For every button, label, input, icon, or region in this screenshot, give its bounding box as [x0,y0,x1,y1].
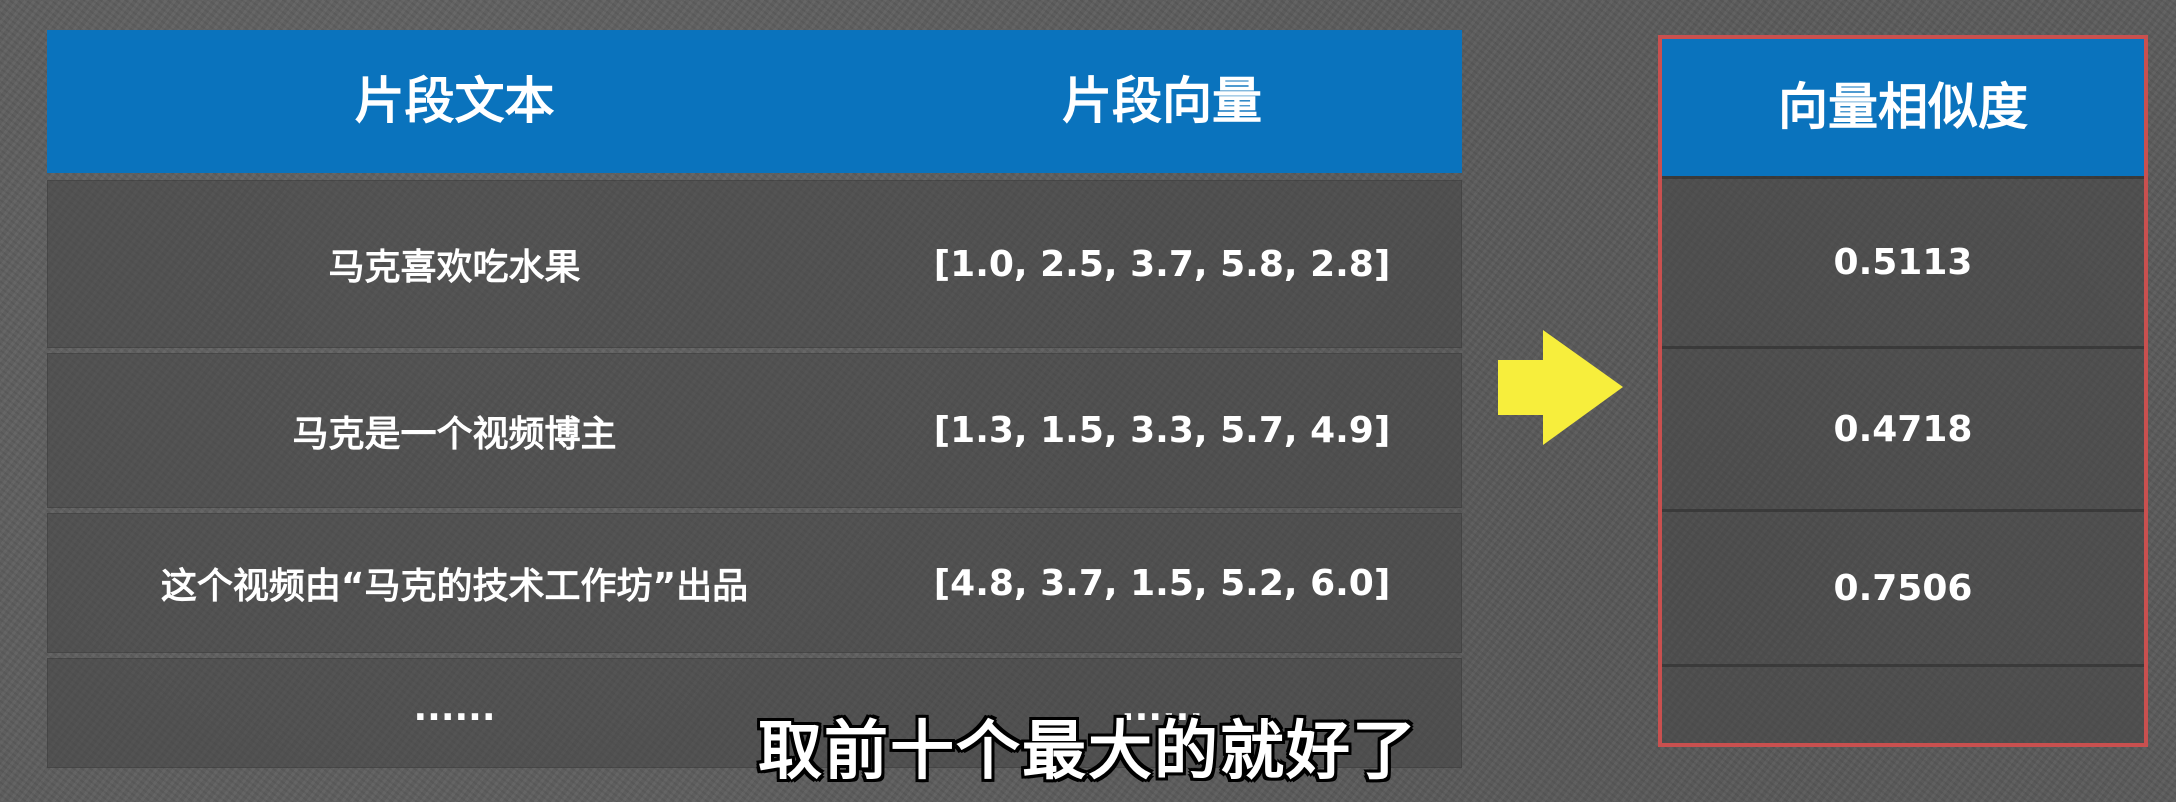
fragment-vector-cell: [4.8, 3.7, 1.5, 5.2, 6.0] [933,562,1391,604]
fragment-text-cell: 马克是一个视频博主 [292,413,617,455]
similarity-value: 0.4718 [1662,346,2144,509]
fragment-table-header: 片段文本 片段向量 [47,30,1462,173]
fragment-text-cell: 马克喜欢吃水果 [328,247,581,288]
similarity-value: 0.5113 [1662,176,2144,346]
header-fragment-text: 片段文本 [354,72,555,130]
similarity-table: 向量相似度 0.5113 0.4718 0.7506 [1658,35,2148,747]
table-row: 这个视频由“马克的技术工作坊”出品 [4.8, 3.7, 1.5, 5.2, 6… [47,513,1462,653]
fragment-vector-cell: [1.0, 2.5, 3.7, 5.8, 2.8] [933,243,1391,285]
table-row: 马克是一个视频博主 [1.3, 1.5, 3.3, 5.7, 4.9] [47,353,1462,508]
fragment-vector-cell: [1.3, 1.5, 3.3, 5.7, 4.9] [933,410,1391,451]
header-fragment-vector: 片段向量 [1062,72,1262,130]
video-subtitle: 取前十个最大的就好了 [758,715,1418,789]
table-row: 马克喜欢吃水果 [1.0, 2.5, 3.7, 5.8, 2.8] [47,180,1462,348]
similarity-value: 0.7506 [1662,509,2144,664]
fragment-table: 片段文本 片段向量 马克喜欢吃水果 [1.0, 2.5, 3.7, 5.8, 2… [47,30,1462,768]
fragment-text-cell: 这个视频由“马克的技术工作坊”出品 [160,566,749,607]
similarity-header: 向量相似度 [1662,39,2144,176]
right-arrow-icon [1498,330,1623,445]
